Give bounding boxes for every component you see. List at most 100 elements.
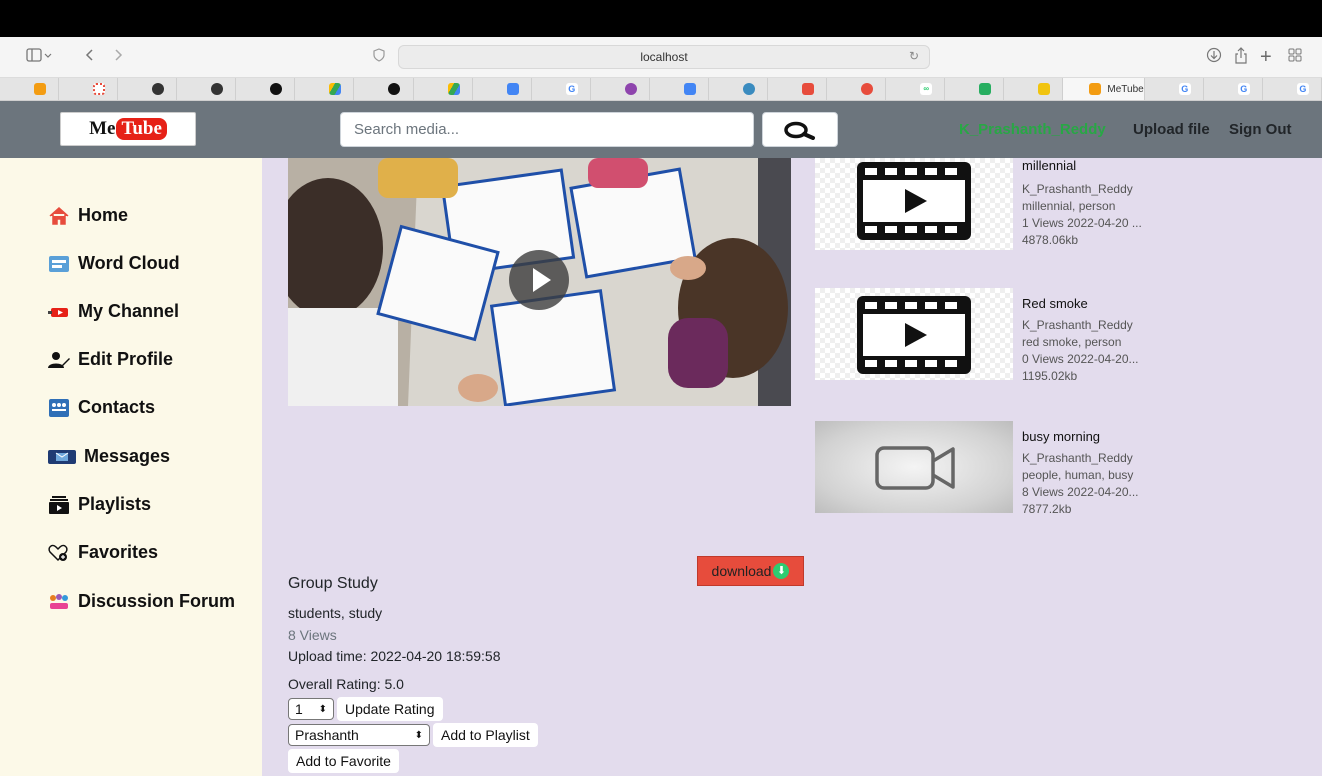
google-icon: G <box>565 83 578 95</box>
sidebar-item-edit-profile[interactable]: Edit Profile <box>48 349 173 370</box>
recommended-title[interactable]: busy morning <box>1022 429 1100 444</box>
sidebar: Home Word Cloud My Channel Edit Profile … <box>0 158 262 776</box>
browser-tab[interactable]: G <box>1204 78 1263 100</box>
tab-favicon-icon <box>742 83 755 95</box>
recommended-size: 4878.06kb <box>1022 233 1079 247</box>
forward-icon[interactable] <box>112 47 124 67</box>
video-camera-icon <box>875 446 955 490</box>
rating-select[interactable]: 1 ⬍ <box>288 698 334 720</box>
browser-tab[interactable] <box>591 78 650 100</box>
play-icon[interactable] <box>509 250 569 310</box>
browser-tab[interactable] <box>0 78 60 100</box>
browser-tab[interactable] <box>650 78 709 100</box>
film-icon <box>857 162 971 240</box>
video-player[interactable] <box>288 158 791 406</box>
tab-overview-icon[interactable] <box>1287 47 1303 67</box>
home-icon <box>48 206 70 225</box>
add-to-playlist-button[interactable]: Add to Playlist <box>433 723 538 747</box>
google-drive-icon <box>329 83 342 95</box>
google-drive-icon <box>447 83 460 95</box>
word-cloud-icon <box>48 255 70 273</box>
window-titlebar <box>0 0 1322 37</box>
browser-tab[interactable] <box>945 78 1005 100</box>
tab-favicon-icon <box>624 83 637 95</box>
sidebar-item-playlists[interactable]: Playlists <box>48 494 151 515</box>
google-icon: G <box>1296 83 1309 95</box>
sidebar-item-label: Contacts <box>78 397 156 417</box>
downloads-icon[interactable] <box>1206 47 1222 67</box>
sidebar-item-favorites[interactable]: Favorites <box>48 542 158 563</box>
sign-out-link[interactable]: Sign Out <box>1229 121 1292 138</box>
sidebar-item-label: Edit Profile <box>78 349 174 369</box>
rating-select-value: 1 <box>295 701 303 717</box>
sidebar-item-label: Messages <box>84 446 171 466</box>
privacy-shield-icon[interactable] <box>372 47 386 67</box>
download-icon: ⬇ <box>773 563 790 579</box>
recommended-video[interactable]: Red smoke K_Prashanth_Reddy red smoke, p… <box>815 288 1265 386</box>
browser-tab[interactable] <box>354 78 414 100</box>
browser-tab[interactable] <box>827 78 887 100</box>
update-rating-button[interactable]: Update Rating <box>337 697 443 721</box>
browser-tab[interactable] <box>473 78 532 100</box>
recommended-author: K_Prashanth_Reddy <box>1022 318 1133 332</box>
recommended-thumbnail[interactable] <box>815 158 1013 250</box>
sidebar-item-discussion-forum[interactable]: Discussion Forum <box>48 591 235 612</box>
browser-tab[interactable] <box>768 78 828 100</box>
browser-tab[interactable] <box>709 78 769 100</box>
new-tab-icon[interactable]: + <box>1260 47 1272 67</box>
search-input[interactable]: Search media... <box>340 112 754 147</box>
recommended-title[interactable]: Red smoke <box>1022 296 1088 311</box>
tab-favicon-icon <box>34 83 46 95</box>
browser-tab[interactable] <box>295 78 355 100</box>
sidebar-item-home[interactable]: Home <box>48 205 128 226</box>
download-button[interactable]: download ⬇ <box>697 556 804 586</box>
playlist-select[interactable]: Prashanth ⬍ <box>288 724 430 746</box>
browser-tab[interactable] <box>414 78 473 100</box>
sidebar-item-contacts[interactable]: Contacts <box>48 397 155 418</box>
sidebar-item-label: Favorites <box>78 542 159 562</box>
video-views: 8 Views <box>288 627 337 643</box>
browser-tab[interactable]: G <box>1263 78 1322 100</box>
film-icon <box>857 296 971 374</box>
sidebar-item-messages[interactable]: Messages <box>48 446 170 467</box>
messages-icon <box>48 448 76 466</box>
sidebar-item-my-channel[interactable]: My Channel <box>48 301 179 322</box>
recommended-thumbnail[interactable] <box>815 288 1013 380</box>
sidebar-item-label: Discussion Forum <box>78 591 236 611</box>
browser-tab[interactable]: G <box>532 78 591 100</box>
username-link[interactable]: K_Prashanth_Reddy <box>959 121 1106 138</box>
recommended-video[interactable]: busy morning K_Prashanth_Reddy people, h… <box>815 421 1265 516</box>
playlist-controls: Prashanth ⬍ Add to Playlist <box>288 723 538 747</box>
edit-profile-icon <box>48 351 70 369</box>
tab-favicon-icon <box>211 83 224 95</box>
tab-favicon-icon: ∞ <box>920 83 933 95</box>
browser-tab[interactable]: G <box>1145 78 1204 100</box>
add-to-favorite-button[interactable]: Add to Favorite <box>288 749 399 773</box>
sidebar-item-label: My Channel <box>78 301 180 321</box>
recommended-thumbnail[interactable] <box>815 421 1013 513</box>
sidebar-item-word-cloud[interactable]: Word Cloud <box>48 253 180 274</box>
browser-tab[interactable] <box>177 78 237 100</box>
share-icon[interactable] <box>1234 47 1248 67</box>
back-icon[interactable] <box>84 47 96 67</box>
address-bar[interactable]: localhost ↻ <box>398 45 930 69</box>
browser-tab-active[interactable]: MeTube <box>1063 78 1145 100</box>
browser-tab[interactable] <box>118 78 178 100</box>
youtube-icon <box>48 303 70 321</box>
upload-file-link[interactable]: Upload file <box>1133 121 1210 138</box>
contacts-icon <box>48 398 70 417</box>
reload-icon[interactable]: ↻ <box>909 49 919 63</box>
browser-tab[interactable] <box>236 78 296 100</box>
recommended-title[interactable]: millennial <box>1022 158 1076 173</box>
metube-logo[interactable]: Me Tube <box>60 112 196 146</box>
browser-tab[interactable] <box>1004 78 1064 100</box>
search-button[interactable] <box>762 112 838 147</box>
sidebar-toggle-icon[interactable] <box>26 47 52 67</box>
recommended-meta: 8 Views 2022-04-20... <box>1022 485 1139 499</box>
recommended-video[interactable]: millennial K_Prashanth_Reddy millennial,… <box>815 158 1265 252</box>
select-chevron-icon: ⬍ <box>414 729 423 741</box>
google-docs-icon <box>683 83 696 95</box>
browser-tab[interactable] <box>59 78 119 100</box>
sidebar-item-label: Home <box>78 205 129 225</box>
browser-tab[interactable]: ∞ <box>886 78 946 100</box>
